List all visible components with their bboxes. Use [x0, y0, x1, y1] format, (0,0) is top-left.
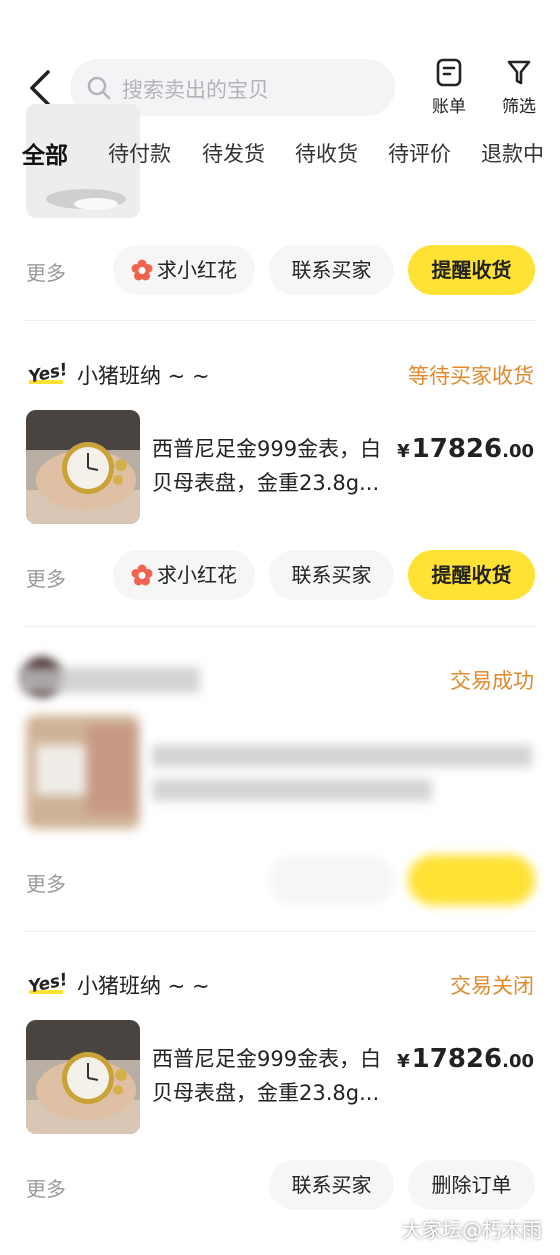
filter-icon	[507, 60, 531, 85]
order-status: 交易关闭	[450, 974, 534, 998]
product-price: ¥17826.00	[397, 434, 534, 464]
contact-buyer-button[interactable]: 联系买家	[269, 1160, 394, 1210]
watermark: 大家坛@朽木雨	[402, 1218, 542, 1242]
remind-receipt-button[interactable]: 提醒收货	[408, 245, 535, 295]
delete-order-button[interactable]: 删除订单	[408, 1160, 535, 1210]
filter-button[interactable]: 筛选	[489, 58, 549, 117]
more-link[interactable]: 更多	[26, 868, 66, 897]
order-status: 交易成功	[450, 669, 534, 693]
tab-pending-review[interactable]: 待评价	[388, 138, 451, 168]
buyer-name[interactable]	[20, 667, 200, 693]
product-thumbnail[interactable]	[26, 410, 140, 524]
tab-refunding[interactable]: 退款中	[481, 138, 544, 168]
order-action-button[interactable]	[269, 855, 394, 905]
product-thumbnail[interactable]	[26, 1020, 140, 1134]
more-link[interactable]: 更多	[26, 563, 66, 592]
request-flower-button[interactable]: 求小红花	[113, 245, 255, 295]
tab-pending-payment[interactable]: 待付款	[108, 138, 171, 168]
yes-logo-icon: Yes!	[27, 360, 66, 386]
search-placeholder: 搜索卖出的宝贝	[122, 78, 269, 102]
bill-button[interactable]: 账单	[419, 58, 479, 117]
contact-buyer-button[interactable]: 联系买家	[269, 245, 394, 295]
order-primary-button[interactable]	[408, 855, 535, 905]
order-card[interactable]: Yes! 小猪班纳 ~ ~ 等待买家收货 西普尼足金999金表，白贝母表盘，金重…	[0, 322, 560, 627]
flower-icon	[131, 564, 153, 586]
request-flower-button[interactable]: 求小红花	[113, 550, 255, 600]
bill-label: 账单	[432, 97, 466, 117]
buyer-name[interactable]: 小猪班纳 ~ ~	[77, 970, 210, 1000]
search-icon	[87, 76, 111, 100]
more-link[interactable]: 更多	[26, 1173, 66, 1202]
order-card[interactable]: Yes! 小猪班纳 ~ ~ 交易关闭 西普尼足金999金表，白贝母表盘，金重23…	[0, 932, 560, 1237]
product-title[interactable]	[152, 745, 532, 767]
filter-label: 筛选	[502, 97, 536, 117]
remind-receipt-button[interactable]: 提醒收货	[408, 550, 535, 600]
product-title[interactable]: 西普尼足金999金表，白贝母表盘，金重23.8g...	[152, 1042, 397, 1110]
more-link[interactable]: 更多	[26, 257, 66, 286]
contact-buyer-button[interactable]: 联系买家	[269, 550, 394, 600]
flower-icon	[131, 259, 153, 281]
product-thumbnail[interactable]	[26, 715, 140, 829]
buyer-name[interactable]: 小猪班纳 ~ ~	[77, 360, 210, 390]
order-card-partial: 更多 求小红花 联系买家 提醒收货	[0, 104, 560, 322]
tab-pending-shipment[interactable]: 待发货	[202, 138, 265, 168]
bill-icon	[436, 58, 462, 87]
yes-logo-icon: Yes!	[27, 970, 66, 996]
product-price: ¥17826.00	[397, 1044, 534, 1074]
order-card[interactable]: 交易成功 更多	[0, 627, 560, 932]
tab-pending-receipt[interactable]: 待收货	[295, 138, 358, 168]
product-title[interactable]: 西普尼足金999金表，白贝母表盘，金重23.8g...	[152, 432, 397, 500]
order-status: 等待买家收货	[408, 364, 534, 388]
